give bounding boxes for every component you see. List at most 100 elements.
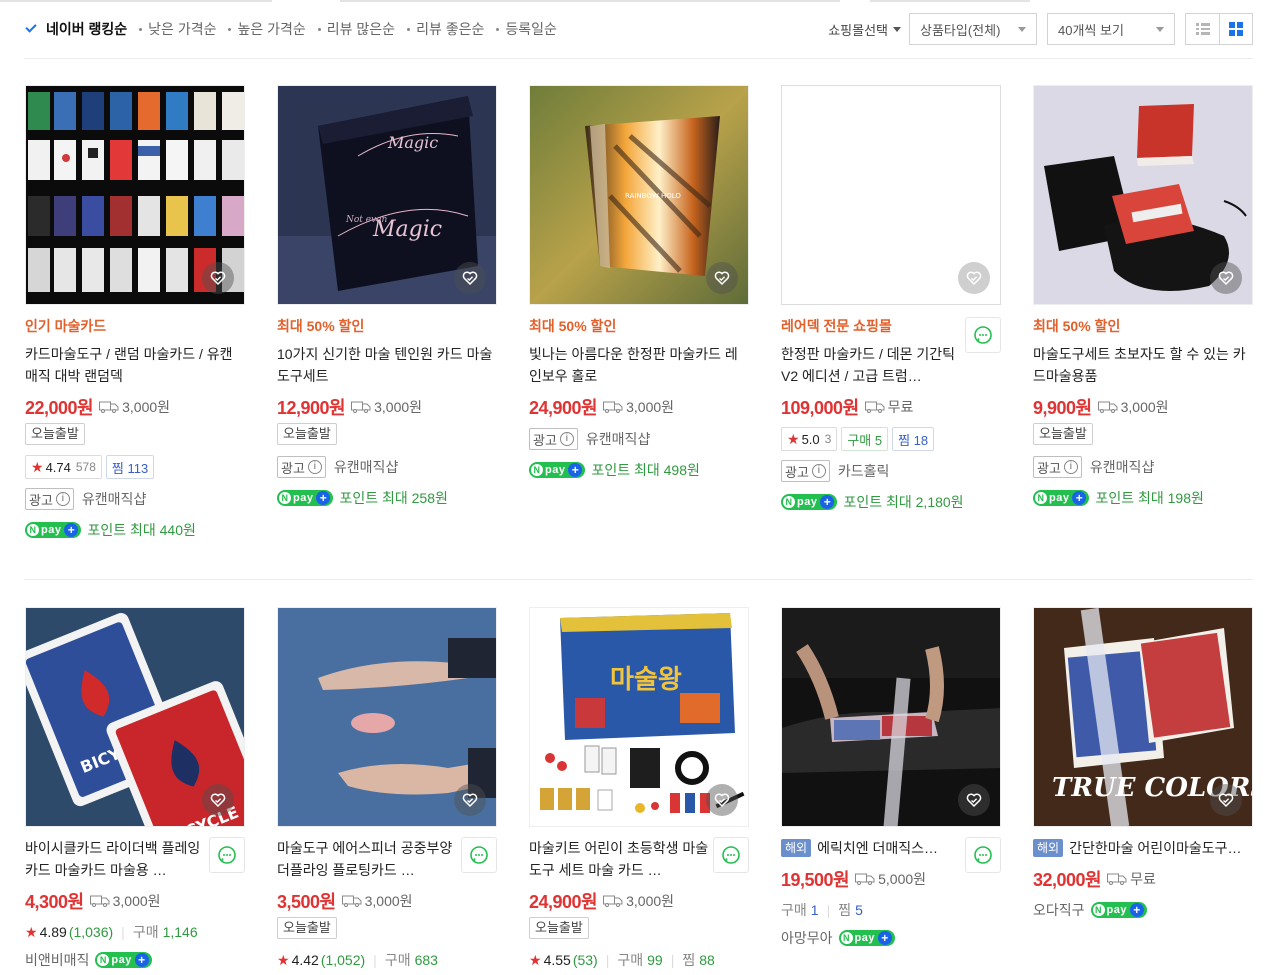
stats-row: ★ 4.55 (53) | 구매 99 | 찜 88	[529, 951, 715, 969]
product-title[interactable]: 10가지 신기한 마술 텐인원 카드 마술도구세트	[277, 343, 497, 387]
npay-row: Npay + 포인트 최대 198원	[1033, 487, 1253, 509]
product-image[interactable]: RAINBOW HOLO	[529, 85, 749, 305]
product-image[interactable]	[1033, 85, 1253, 305]
product-type-select[interactable]: 상품타입(전체)	[909, 13, 1037, 45]
mall-name[interactable]: 아망무아	[781, 928, 833, 948]
zzim-heart-button[interactable]	[202, 262, 234, 294]
product-card[interactable]: 레어덱 전문 쇼핑몰 한정판 마술카드 / 데몬 기간틱 V2 에디션 / 고급…	[781, 85, 1001, 513]
zzim-count[interactable]: 찜 113	[105, 455, 155, 479]
review-count[interactable]: (1,036)	[69, 924, 113, 940]
product-image[interactable]: TRUE COLORS	[1033, 607, 1253, 827]
rating: 4.42	[291, 952, 319, 968]
sort-naver-ranking[interactable]: 네이버 랭킹순	[24, 19, 127, 39]
rating-box[interactable]: ★ 4.74 578	[25, 455, 102, 479]
product-image[interactable]: BICYCLE BICYCLE	[25, 607, 245, 827]
mall-row: 비앤비매직 Npay +	[25, 949, 245, 971]
list-view-button[interactable]	[1186, 14, 1219, 44]
product-card[interactable]: BICYCLE BICYCLE 바이시클카드 라이더백 플레잉카드 마술카드 마…	[25, 607, 245, 971]
caret-down-icon	[1018, 26, 1026, 32]
mall-name[interactable]: 유캔매직샵	[586, 429, 650, 449]
product-card[interactable]: 최대 50% 할인 마술도구세트 초보자도 할 수 있는 카드마술용품 9,90…	[1033, 85, 1253, 509]
product-card[interactable]: Magic Magic Not even 최대 50% 할인 10가지 신기한 …	[277, 85, 497, 509]
zzim-heart-button[interactable]	[1210, 784, 1242, 816]
mall-name[interactable]: 유캔매직샵	[1090, 457, 1154, 477]
product-title[interactable]: 카드마술도구 / 랜덤 마술카드 / 유캔매직 대박 랜덤덱	[25, 343, 245, 387]
ad-badge[interactable]: 광고 i	[781, 460, 830, 482]
talktalk-chat-button[interactable]	[965, 317, 1001, 353]
npay-plus-icon: Npay +	[838, 930, 895, 946]
product-card[interactable]: 마술도구 에어스피너 공중부양 더플라잉 플로팅카드 … 3,500원 3,00…	[277, 607, 497, 971]
title-row: 빛나는 아름다운 한정판 마술카드 레인보우 홀로	[529, 343, 749, 387]
product-title[interactable]: 한정판 마술카드 / 데몬 기간틱 V2 에디션 / 고급 트럼…	[781, 343, 961, 387]
product-image[interactable]: Magic Magic Not even	[277, 85, 497, 305]
sort-most-reviews[interactable]: 리뷰 많은순	[317, 19, 395, 39]
talktalk-chat-button[interactable]	[965, 837, 1001, 873]
product-image[interactable]	[277, 607, 497, 827]
ad-badge[interactable]: 광고 i	[25, 488, 74, 510]
talktalk-chat-button[interactable]	[713, 837, 749, 873]
talktalk-chat-button[interactable]	[209, 837, 245, 873]
ad-row: 광고 i 유캔매직샵	[277, 455, 497, 479]
info-icon: i	[307, 460, 322, 474]
mall-name[interactable]: 비앤비매직	[25, 950, 89, 970]
product-title[interactable]: 마술키트 어린이 초등학생 마술도구 세트 마술 카드 …	[529, 837, 709, 881]
product-image[interactable]: 마술왕	[529, 607, 749, 827]
sort-best-reviews[interactable]: 리뷰 좋은순	[407, 19, 484, 39]
zzim-heart-button[interactable]	[1210, 262, 1242, 294]
info-icon: i	[1063, 460, 1078, 474]
product-title[interactable]: 해외 에릭치엔 더매직스…	[781, 837, 961, 859]
rating-box[interactable]: ★ 5.0 3	[781, 427, 838, 451]
page-size-select[interactable]: 40개씩 보기	[1047, 13, 1175, 45]
review-count[interactable]: (1,052)	[321, 952, 365, 968]
product-title[interactable]: 빛나는 아름다운 한정판 마술카드 레인보우 홀로	[529, 343, 749, 387]
product-title[interactable]: 해외 간단한마술 어린이마술도구…	[1033, 837, 1253, 859]
zzim-heart-button[interactable]	[958, 784, 990, 816]
zzim-heart-button[interactable]	[202, 784, 234, 816]
info-icon: i	[811, 464, 826, 478]
purchase-count[interactable]: 구매 5	[841, 427, 889, 451]
product-title[interactable]: 마술도구세트 초보자도 할 수 있는 카드마술용품	[1033, 343, 1253, 387]
zzim-heart-button[interactable]	[454, 784, 486, 816]
talktalk-chat-button[interactable]	[461, 837, 497, 873]
divider	[24, 579, 1253, 580]
promo-text: 최대 50% 할인	[1033, 318, 1121, 334]
product-image[interactable]	[781, 607, 1001, 827]
zzim-heart-button[interactable]	[706, 784, 738, 816]
mall-select-dropdown[interactable]: 쇼핑몰선택	[828, 20, 901, 39]
mall-name[interactable]: 카드홀릭	[838, 461, 890, 481]
product-card[interactable]: 해외 에릭치엔 더매직스… 19,500원 5,000원 구매 1 | 찜 5 아…	[781, 607, 1001, 949]
product-card[interactable]: 인기 마술카드 카드마술도구 / 랜덤 마술카드 / 유캔매직 대박 랜덤덱 2…	[25, 85, 245, 541]
npay-plus-icon: Npay +	[95, 952, 152, 968]
top-edge	[0, 0, 1280, 2]
product-card[interactable]: TRUE COLORS 해외 간단한마술 어린이마술도구… 32,000원 무료 …	[1033, 607, 1253, 921]
grid-view-button[interactable]	[1219, 14, 1252, 44]
ad-badge[interactable]: 광고 i	[277, 456, 326, 478]
promo-text: 최대 50% 할인	[277, 318, 365, 334]
zzim-heart-button[interactable]	[958, 262, 990, 294]
product-image[interactable]	[781, 85, 1001, 305]
zzim-count[interactable]: 찜 18	[892, 427, 935, 451]
truck-icon	[603, 895, 623, 907]
zzim-heart-button[interactable]	[454, 262, 486, 294]
title-row: 해외 에릭치엔 더매직스…	[781, 837, 1001, 873]
product-title[interactable]: 마술도구 에어스피너 공중부양 더플라잉 플로팅카드 …	[277, 837, 457, 881]
sort-high-price[interactable]: 높은 가격순	[228, 19, 306, 39]
sort-newest[interactable]: 등록일순	[496, 19, 557, 39]
product-title[interactable]: 바이시클카드 라이더백 플레잉카드 마술카드 마술용 …	[25, 837, 205, 881]
grid-view-icon	[1229, 22, 1243, 36]
ad-badge[interactable]: 광고 i	[529, 428, 578, 450]
product-image[interactable]	[25, 85, 245, 305]
dot-icon	[407, 27, 411, 31]
zzim-heart-button[interactable]	[706, 262, 738, 294]
heart-icon	[462, 793, 478, 808]
mall-name[interactable]: 유캔매직샵	[82, 489, 146, 509]
title-row: 마술도구 에어스피너 공중부양 더플라잉 플로팅카드 …	[277, 837, 497, 881]
sort-low-price[interactable]: 낮은 가격순	[139, 19, 216, 39]
review-count[interactable]: (53)	[573, 952, 598, 968]
mall-name[interactable]: 오다직구	[1033, 900, 1085, 920]
mall-name[interactable]: 유캔매직샵	[334, 457, 398, 477]
product-card[interactable]: 마술왕 마술키트 어린이 초등학생 마술도구 세트 마술 카드 … 24,900…	[529, 607, 749, 971]
product-card[interactable]: RAINBOW HOLO 최대 50% 할인 빛나는 아름다운 한정판 마술카드…	[529, 85, 749, 481]
ad-badge[interactable]: 광고 i	[1033, 456, 1082, 478]
npay-plus-icon: Npay +	[25, 522, 82, 538]
